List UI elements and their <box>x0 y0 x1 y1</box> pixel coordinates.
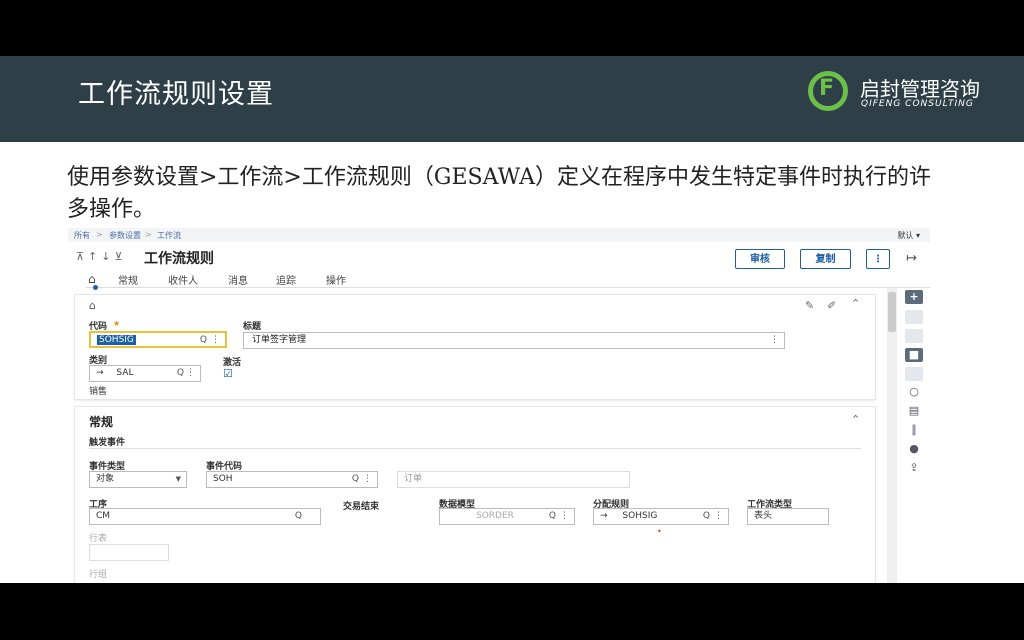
arrow-icon: → <box>96 368 104 378</box>
breadcrumb: 所有 > 参数设置 > 工作流 默认 ▾ <box>68 228 930 242</box>
event-code-description: 订单 <box>397 471 630 488</box>
scrollbar[interactable] <box>887 288 897 583</box>
more-icon[interactable]: ⋮ <box>714 509 723 524</box>
breadcrumb-item-settings[interactable]: 参数设置 <box>109 230 141 241</box>
title-field[interactable]: 订单签字管理 ⋮ <box>243 332 785 349</box>
row-table-label: 行表 <box>89 534 108 544</box>
general-section-title: 常规 <box>89 415 114 429</box>
code-field[interactable]: SOHSIG Q ⋮ <box>89 331 227 348</box>
search-icon[interactable]: Q <box>177 366 184 381</box>
search-icon[interactable]: Q <box>295 509 302 524</box>
logo-chinese-name: 启封管理咨询 <box>860 77 980 101</box>
active-tab-indicator <box>93 285 98 290</box>
collapse-icon[interactable]: ⌃ <box>851 413 860 426</box>
more-icon[interactable]: ⋮ <box>770 333 779 348</box>
tab-divider <box>86 287 930 288</box>
chat-icon[interactable]: ● <box>905 442 923 456</box>
category-field[interactable]: → SAL Q ⋮ <box>89 365 201 382</box>
delete-icon[interactable]: ■ <box>905 348 923 362</box>
search-icon[interactable]: Q <box>352 472 359 487</box>
row-group-label: 行组 <box>89 570 108 580</box>
comment-icon <box>905 310 923 324</box>
scrollbar-thumb[interactable] <box>888 292 896 332</box>
more-actions-button[interactable]: ⋮ <box>866 249 890 269</box>
export-icon[interactable]: ⇪ <box>905 461 923 475</box>
home-icon: ⌂ <box>89 299 96 312</box>
more-icon[interactable]: ⋮ <box>363 472 372 487</box>
active-checkbox[interactable]: ☑ <box>223 367 233 380</box>
slide-description: 使用参数设置>工作流>工作流规则（GESAWA）定义在程序中发生特定事件时执行的… <box>67 165 931 222</box>
required-dot: • <box>657 527 662 536</box>
chevron-down-icon: ▼ <box>175 475 181 483</box>
edit-icon[interactable]: ✐ <box>827 299 836 312</box>
exit-icon[interactable]: ↦ <box>906 251 917 266</box>
more-icon[interactable]: ⋮ <box>211 333 220 346</box>
tab-home-icon[interactable]: ⌂ <box>88 272 96 286</box>
row-table-field[interactable] <box>89 544 169 561</box>
more-icon[interactable]: ⋮ <box>560 509 569 524</box>
tab-actions[interactable]: 操作 <box>326 272 346 287</box>
workflow-type-select[interactable]: 表头 <box>747 508 829 525</box>
page-title: 工作流规则 <box>144 251 214 267</box>
allocation-rule-field[interactable]: → SOHSIG Q ⋮ <box>593 508 729 525</box>
slide-header: 工作流规则设置 F 启封管理咨询 QIFENG CONSULTING <box>0 56 1024 142</box>
search-icon[interactable]: Q <box>703 509 710 524</box>
tab-recipients[interactable]: 收件人 <box>168 272 198 287</box>
app-screenshot: 所有 > 参数设置 > 工作流 默认 ▾ ⊼↑↓⊻ 工作流规则 审核 复制 ⋮ … <box>68 228 930 583</box>
event-type-select[interactable]: 对象 ▼ <box>89 471 187 488</box>
attachment-icon[interactable]: ∥ <box>905 423 923 437</box>
breadcrumb-item-all[interactable]: 所有 <box>74 230 90 241</box>
tab-tracking[interactable]: 追踪 <box>276 272 296 287</box>
general-card: 常规 ⌃ 触发事件 事件类型 对象 ▼ 事件代码 SOH Q ⋮ 订单 工序 C… <box>74 406 876 583</box>
audit-button[interactable]: 审核 <box>735 249 785 269</box>
data-model-field[interactable]: SORDER Q ⋮ <box>439 508 575 525</box>
slide: 工作流规则设置 F 启封管理咨询 QIFENG CONSULTING 使用参数设… <box>0 56 1024 583</box>
trigger-event-title: 触发事件 <box>89 438 126 448</box>
title-label: 标题 <box>243 322 262 332</box>
more-icon[interactable]: ⋮ <box>186 366 195 381</box>
arrow-icon: → <box>600 511 608 521</box>
breadcrumb-item-workflow[interactable]: 工作流 <box>157 230 181 241</box>
header-card: ⌂ ✎ ✐ ⌃ 代码 ★ SOHSIG Q ⋮ 标题 订单签字管理 ⋮ 类别 →… <box>74 294 876 400</box>
category-description: 销售 <box>89 387 108 397</box>
section-divider <box>89 448 861 449</box>
search-icon[interactable]: Q <box>200 333 207 346</box>
refresh-icon[interactable]: ○ <box>905 385 923 399</box>
add-icon[interactable]: + <box>905 290 923 304</box>
collapse-icon[interactable]: ⌃ <box>851 297 860 310</box>
event-code-field[interactable]: SOH Q ⋮ <box>206 471 378 488</box>
tab-messages[interactable]: 消息 <box>228 272 248 287</box>
search-icon[interactable]: Q <box>549 509 556 524</box>
transaction-end-label: 交易结束 <box>343 502 380 512</box>
copy-button[interactable]: 复制 <box>800 249 851 269</box>
company-logo: F 启封管理咨询 QIFENG CONSULTING <box>808 71 998 119</box>
default-selector[interactable]: 默认 ▾ <box>897 230 920 241</box>
cancel-icon <box>905 367 923 381</box>
logo-english-name: QIFENG CONSULTING <box>861 99 974 109</box>
save-icon <box>905 329 923 343</box>
print-icon[interactable]: ▤ <box>905 404 923 418</box>
tab-general[interactable]: 常规 <box>118 272 138 287</box>
slide-title: 工作流规则设置 <box>78 79 274 110</box>
required-icon: ★ <box>113 319 121 328</box>
process-field[interactable]: CM Q <box>89 508 321 525</box>
pin-icon[interactable]: ✎ <box>805 299 814 312</box>
record-nav-arrows[interactable]: ⊼↑↓⊻ <box>76 250 127 263</box>
